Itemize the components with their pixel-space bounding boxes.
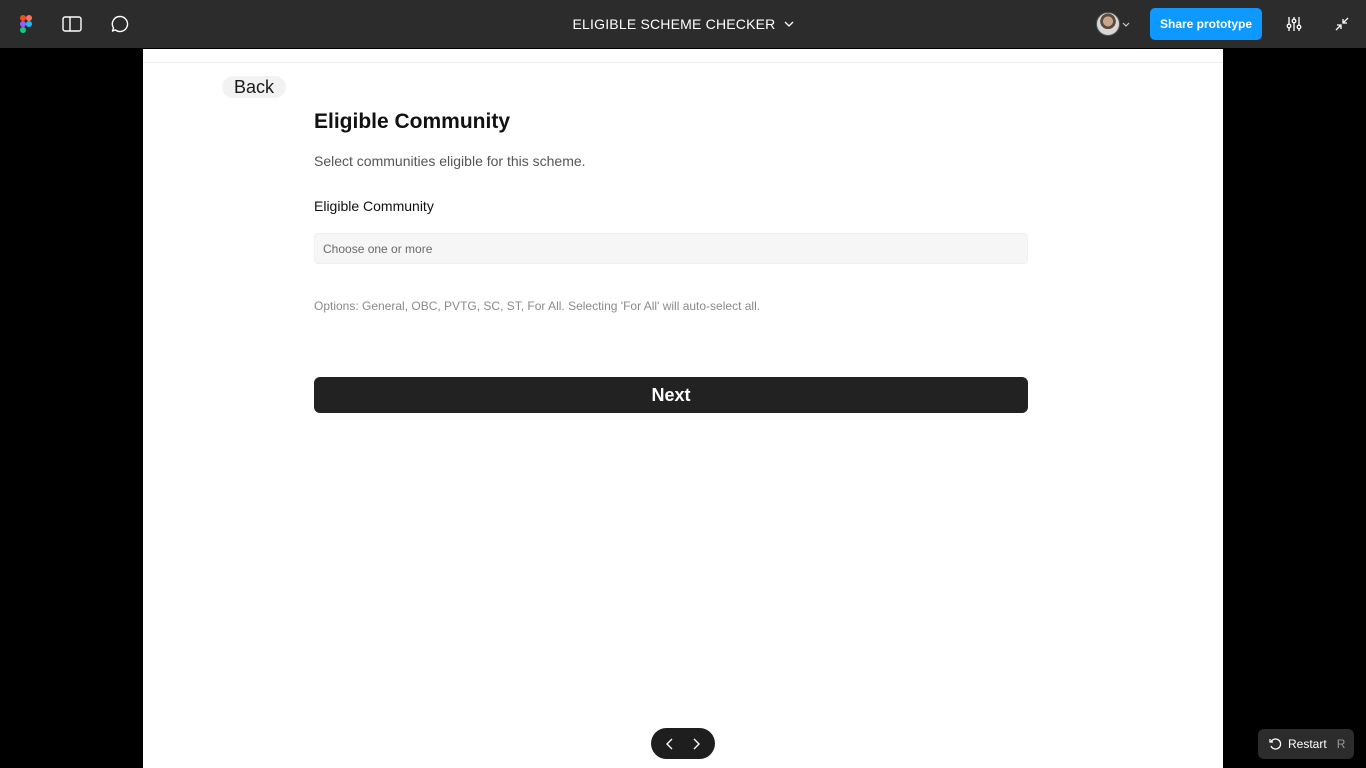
user-menu[interactable] — [1096, 10, 1142, 38]
avatar — [1096, 12, 1120, 36]
file-title-dropdown[interactable]: ELIGIBLE SCHEME CHECKER — [573, 16, 794, 32]
restart-button[interactable]: Restart R — [1258, 729, 1354, 759]
page-description: Select communities eligible for this sch… — [314, 153, 586, 169]
prototype-toolbar: ELIGIBLE SCHEME CHECKER Share prototype — [0, 0, 1366, 48]
divider — [143, 62, 1223, 63]
prototype-pager — [651, 728, 715, 759]
page-title: Eligible Community — [314, 110, 511, 133]
prototype-frame: Back Eligible Community Select communiti… — [143, 49, 1223, 768]
next-frame-button[interactable] — [684, 732, 708, 756]
file-title: ELIGIBLE SCHEME CHECKER — [572, 16, 776, 32]
restart-label: Restart — [1288, 737, 1327, 751]
chevron-right-icon — [693, 738, 700, 749]
settings-sliders-icon[interactable] — [1282, 12, 1306, 36]
share-prototype-button[interactable]: Share prototype — [1150, 8, 1262, 40]
eligible-community-select[interactable] — [314, 233, 1028, 264]
chevron-down-icon — [1122, 22, 1130, 27]
previous-frame-button[interactable] — [658, 732, 682, 756]
collapse-icon[interactable] — [1330, 12, 1354, 36]
figma-logo-icon[interactable] — [14, 12, 38, 36]
sidebar-panel-icon[interactable] — [60, 12, 84, 36]
back-button[interactable]: Back — [222, 76, 287, 98]
eligible-community-label: Eligible Community — [314, 198, 434, 214]
restart-shortcut: R — [1336, 737, 1346, 751]
options-hint: Options: General, OBC, PVTG, SC, ST, For… — [314, 299, 761, 313]
restart-icon — [1269, 738, 1282, 750]
comment-icon[interactable] — [108, 12, 132, 36]
chevron-left-icon — [666, 738, 673, 749]
next-button[interactable]: Next — [314, 377, 1028, 413]
chevron-down-icon — [784, 21, 793, 27]
